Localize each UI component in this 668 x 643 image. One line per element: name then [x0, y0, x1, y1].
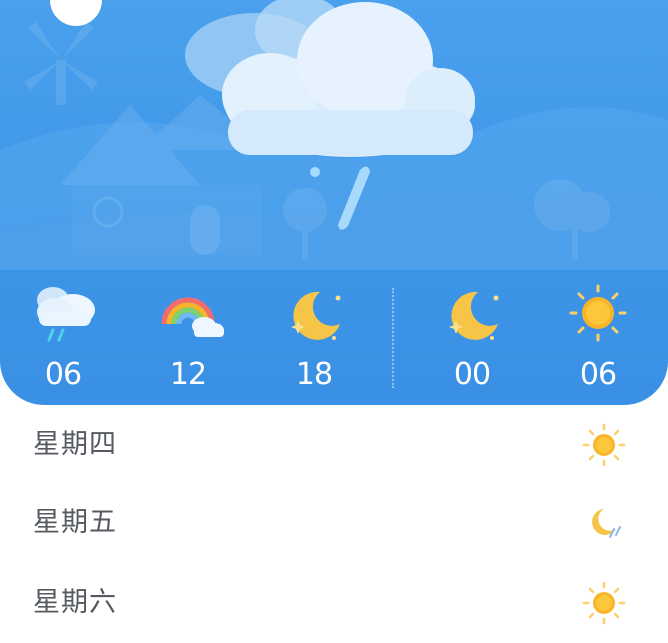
day-label: 星期五: [33, 507, 117, 538]
hour-item[interactable]: 18: [264, 280, 364, 400]
hour-label: 18: [295, 357, 333, 392]
weather-scene-illustration: [0, 0, 668, 270]
sun-icon: [582, 581, 626, 625]
hour-item[interactable]: 06: [13, 280, 113, 400]
weather-hero: 06 12 18 00 06: [0, 0, 668, 405]
day-label: 星期四: [33, 429, 117, 460]
moon-icon: [449, 291, 499, 340]
hour-label: 12: [169, 357, 207, 392]
rainbow-icon: [161, 297, 224, 337]
sun-icon: [569, 284, 627, 342]
hour-item[interactable]: 00: [422, 280, 522, 400]
hourly-forecast[interactable]: 06 12 18 00 06: [0, 270, 668, 405]
moon-icon: [291, 291, 341, 340]
sun-icon: [582, 423, 626, 467]
windmill-icon: [24, 22, 98, 105]
hour-label: 06: [579, 357, 617, 392]
daily-row[interactable]: 星期五: [0, 483, 668, 563]
hour-label: 00: [453, 357, 491, 392]
moon-rain-icon: [592, 509, 621, 538]
daily-row[interactable]: 星期四: [0, 405, 668, 485]
day-label: 星期六: [33, 587, 117, 618]
cloud-rain-icon: [37, 287, 95, 342]
hour-item[interactable]: 06: [548, 280, 648, 400]
daily-row[interactable]: 星期六: [0, 563, 668, 643]
hour-item[interactable]: 12: [138, 280, 238, 400]
hour-label: 06: [44, 357, 82, 392]
